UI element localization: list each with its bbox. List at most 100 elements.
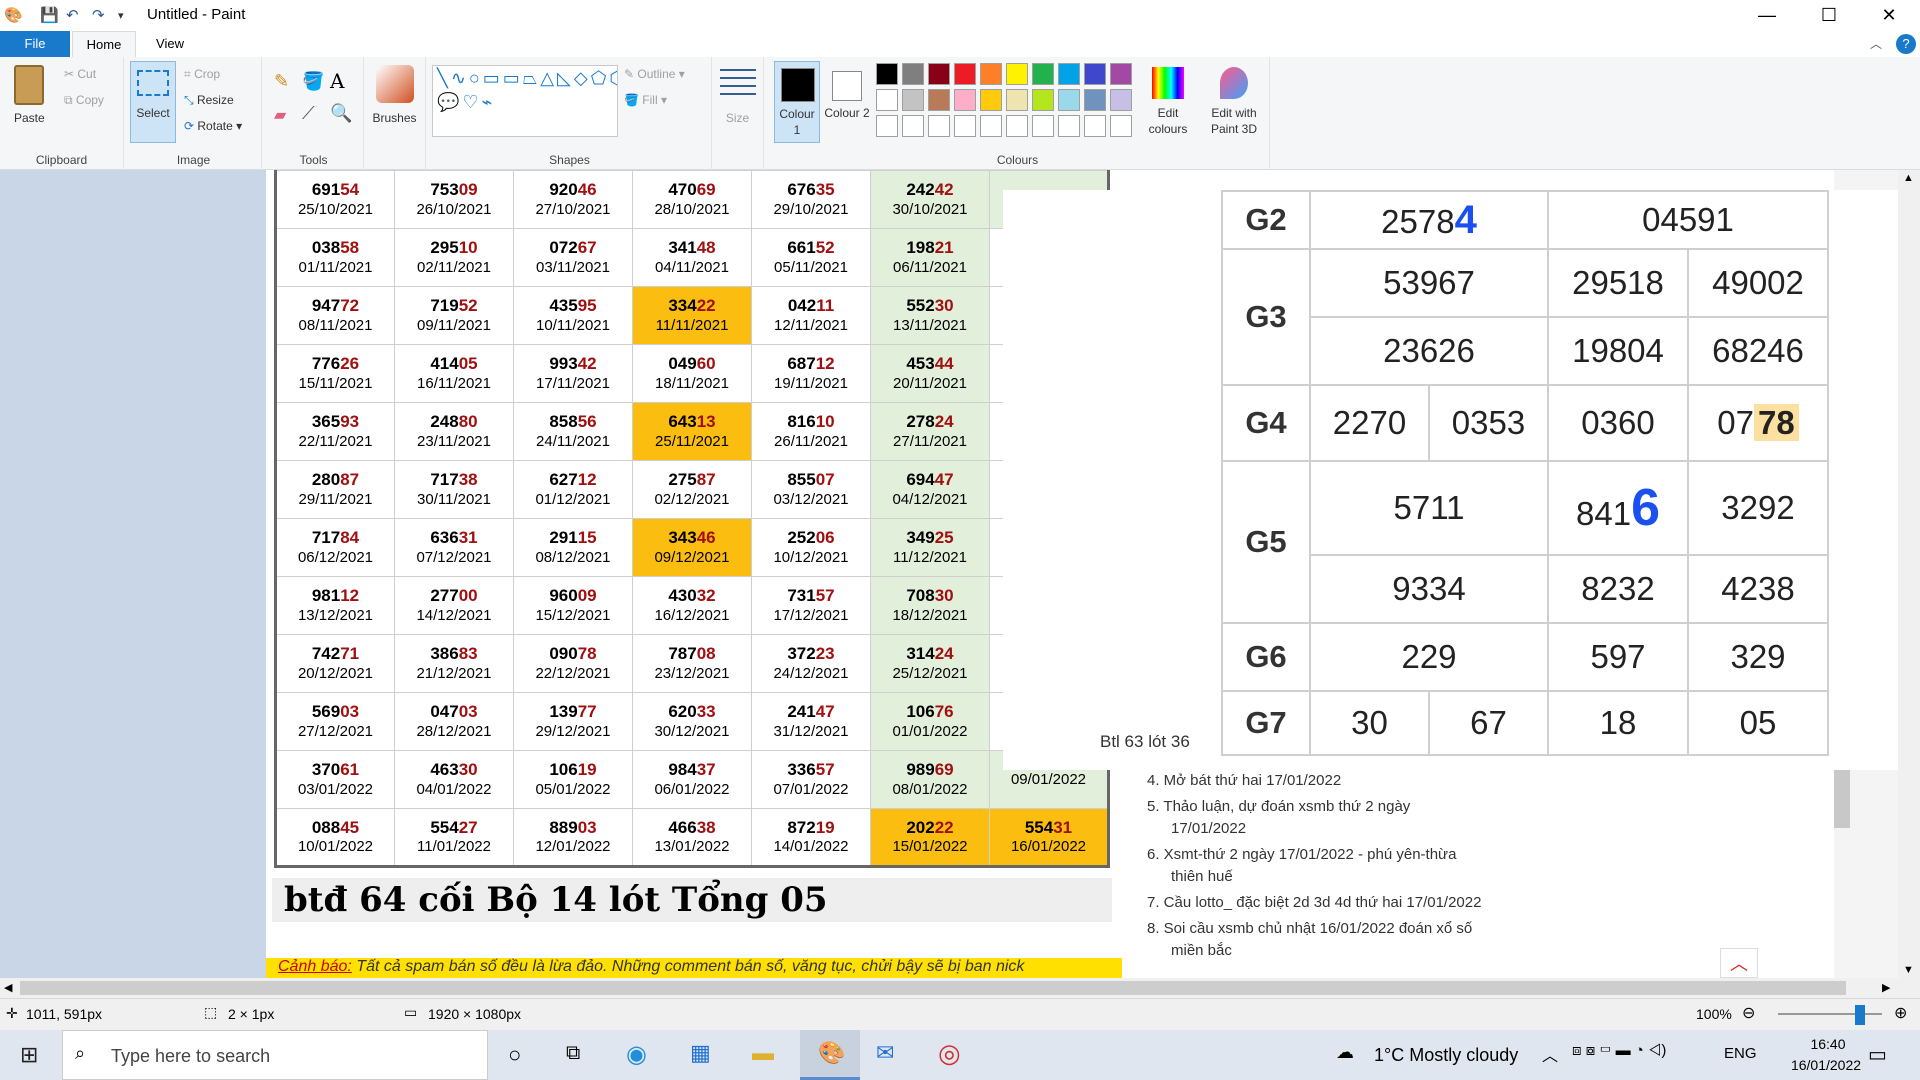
colour-swatch[interactable] — [1058, 63, 1080, 85]
colour-picker-icon[interactable]: ⟋ — [302, 103, 315, 124]
colour-swatch[interactable] — [980, 89, 1002, 111]
custom-colour-swatch[interactable] — [928, 115, 950, 137]
scroll-up-icon[interactable]: ▲ — [1903, 172, 1914, 184]
zoom-in-icon[interactable]: ⊕ — [1894, 1003, 1907, 1023]
colour-swatch[interactable] — [1110, 63, 1132, 85]
custom-colour-swatch[interactable] — [876, 115, 898, 137]
colour-swatch[interactable] — [1032, 89, 1054, 111]
paste-button[interactable]: Paste — [14, 111, 45, 125]
scroll-down-icon[interactable]: ▼ — [1903, 964, 1914, 976]
colour-swatch[interactable] — [902, 89, 924, 111]
edge-icon[interactable]: ◉ — [626, 1040, 647, 1069]
size-button[interactable]: Size — [712, 57, 764, 170]
edit-with-paint3d-button[interactable]: Edit with Paint 3D — [1202, 61, 1266, 143]
weather-text[interactable]: 1°C Mostly cloudy — [1374, 1045, 1518, 1066]
save-icon[interactable]: 💾 — [40, 6, 59, 24]
magnifier-icon[interactable]: 🔍 — [330, 103, 352, 124]
page-scroll-thumb[interactable] — [1834, 770, 1850, 828]
colour-swatch[interactable] — [954, 89, 976, 111]
tray-icons[interactable]: ⧈ ⧇ ▭ ▬ ◔ ◁) — [1572, 1042, 1666, 1059]
zoom-out-icon[interactable]: ⊖ — [1742, 1003, 1755, 1023]
taskbar-paint[interactable]: 🎨 — [800, 1030, 860, 1080]
tray-chevron-icon[interactable]: ︿ — [1542, 1042, 1558, 1066]
paste-icon[interactable] — [14, 65, 44, 105]
colour1-button[interactable]: Colour 1 — [774, 61, 820, 143]
undo-icon[interactable]: ↶ — [66, 6, 79, 24]
colour-swatch[interactable] — [980, 63, 1002, 85]
tab-file[interactable]: File — [0, 31, 70, 57]
store-icon[interactable]: ▦ — [690, 1040, 711, 1066]
shapes-gallery[interactable]: ╲∿○▭▭⏢△◺◇⬠⬡▷◁⇧⇩✧☆✩▭◯💬♡⌁ — [432, 65, 618, 137]
colour-swatch[interactable] — [876, 63, 898, 85]
select-button[interactable]: Select — [130, 61, 176, 143]
close-button[interactable]: ✕ — [1866, 2, 1912, 28]
fill-bucket-icon[interactable]: 🪣 — [302, 71, 324, 92]
rotate-button[interactable]: ⟳ Rotate ▾ — [184, 119, 242, 133]
clock-date[interactable]: 16/01/2022 — [1772, 1057, 1880, 1073]
zoom-slider-thumb[interactable] — [1855, 1005, 1865, 1025]
colour-swatch[interactable] — [954, 63, 976, 85]
colour2-button[interactable]: Colour 2 — [824, 61, 870, 143]
news-item[interactable]: 4. Mở bát thứ hai 17/01/2022 — [1147, 770, 1487, 792]
maximize-button[interactable]: ☐ — [1806, 2, 1852, 28]
copy-button[interactable]: ⧉ Copy — [64, 93, 104, 108]
colour-swatch[interactable] — [1084, 63, 1106, 85]
taskbar-search-box[interactable]: ⌕ Type here to search — [62, 1030, 488, 1080]
colour-swatch[interactable] — [1110, 89, 1132, 111]
collapse-ribbon-icon[interactable]: ︿ — [1870, 35, 1882, 52]
colour-swatch[interactable] — [876, 89, 898, 111]
task-view-icon[interactable]: ○ — [508, 1042, 521, 1068]
cut-button[interactable]: ✂ Cut — [64, 67, 96, 81]
vertical-scrollbar[interactable]: ▲ ▼ — [1898, 170, 1920, 978]
pencil-icon[interactable]: ✎ — [274, 71, 289, 92]
weather-icon[interactable]: ☁ — [1336, 1042, 1354, 1063]
help-icon[interactable]: ? — [1896, 34, 1916, 54]
horizontal-scroll-thumb[interactable] — [20, 981, 1846, 995]
resize-button[interactable]: ⤡ Resize — [184, 93, 234, 108]
custom-colour-swatch[interactable] — [980, 115, 1002, 137]
custom-colour-swatch[interactable] — [954, 115, 976, 137]
canvas-area[interactable]: 69154 25/10/2021 75309 26/10/2021 92046 27/10… — [0, 170, 1898, 978]
file-explorer-icon[interactable]: ▬ — [752, 1040, 774, 1066]
clock-time[interactable]: 16:40 — [1792, 1036, 1864, 1052]
back-to-top-icon[interactable]: ︿ — [1720, 948, 1758, 978]
news-item[interactable]: 6. Xsmt-thứ 2 ngày 17/01/2022 - phú yên-… — [1147, 844, 1487, 888]
chrome-icon[interactable]: ◎ — [938, 1038, 961, 1069]
widgets-icon[interactable]: ⧉ — [566, 1042, 580, 1065]
colour-swatch[interactable] — [1032, 63, 1054, 85]
custom-colour-swatch[interactable] — [1084, 115, 1106, 137]
colour-swatch[interactable] — [902, 63, 924, 85]
edit-colours-button[interactable]: Edit colours — [1140, 61, 1196, 143]
zoom-slider[interactable] — [1778, 1013, 1882, 1015]
custom-colour-swatch[interactable] — [1006, 115, 1028, 137]
windows-start-icon[interactable]: ⊞ — [20, 1042, 38, 1068]
colour-swatch[interactable] — [1058, 89, 1080, 111]
custom-colour-swatch[interactable] — [1032, 115, 1054, 137]
outline-dropdown[interactable]: ✎ Outline ▾ — [624, 67, 685, 81]
custom-colour-swatch[interactable] — [1058, 115, 1080, 137]
colour-swatch[interactable] — [1006, 63, 1028, 85]
redo-icon[interactable]: ↷ — [92, 6, 105, 24]
tab-home[interactable]: Home — [72, 31, 136, 57]
scroll-right-icon[interactable]: ▶ — [1882, 981, 1890, 994]
colour-swatch[interactable] — [928, 89, 950, 111]
custom-colour-swatch[interactable] — [902, 115, 924, 137]
scroll-left-icon[interactable]: ◀ — [4, 981, 12, 994]
colour-swatch[interactable] — [1006, 89, 1028, 111]
horizontal-scrollbar[interactable]: ◀ ▶ — [0, 978, 1898, 998]
news-item[interactable]: 5. Thảo luận, dự đoán xsmb thứ 2 ngày 17… — [1147, 796, 1487, 840]
crop-button[interactable]: ⌗ Crop — [184, 67, 220, 82]
news-item[interactable]: 7. Cầu lotto_ đặc biệt 2d 3d 4d thứ hai … — [1147, 892, 1487, 914]
news-item[interactable]: 8. Soi cầu xsmb chủ nhật 16/01/2022 đoán… — [1147, 918, 1487, 962]
quick-access-dropdown-icon[interactable]: ▾ — [118, 9, 124, 22]
language-indicator[interactable]: ENG — [1724, 1045, 1757, 1062]
custom-colour-swatch[interactable] — [1110, 115, 1132, 137]
mail-icon[interactable]: ✉ — [876, 1040, 894, 1066]
fill-dropdown[interactable]: 🪣 Fill ▾ — [624, 93, 667, 107]
colour-swatch[interactable] — [1084, 89, 1106, 111]
brushes-button[interactable]: Brushes — [364, 57, 426, 170]
colour-swatch[interactable] — [928, 63, 950, 85]
tab-view[interactable]: View — [140, 31, 200, 57]
eraser-icon[interactable]: ▰ — [274, 105, 286, 125]
minimize-button[interactable]: — — [1744, 2, 1790, 28]
